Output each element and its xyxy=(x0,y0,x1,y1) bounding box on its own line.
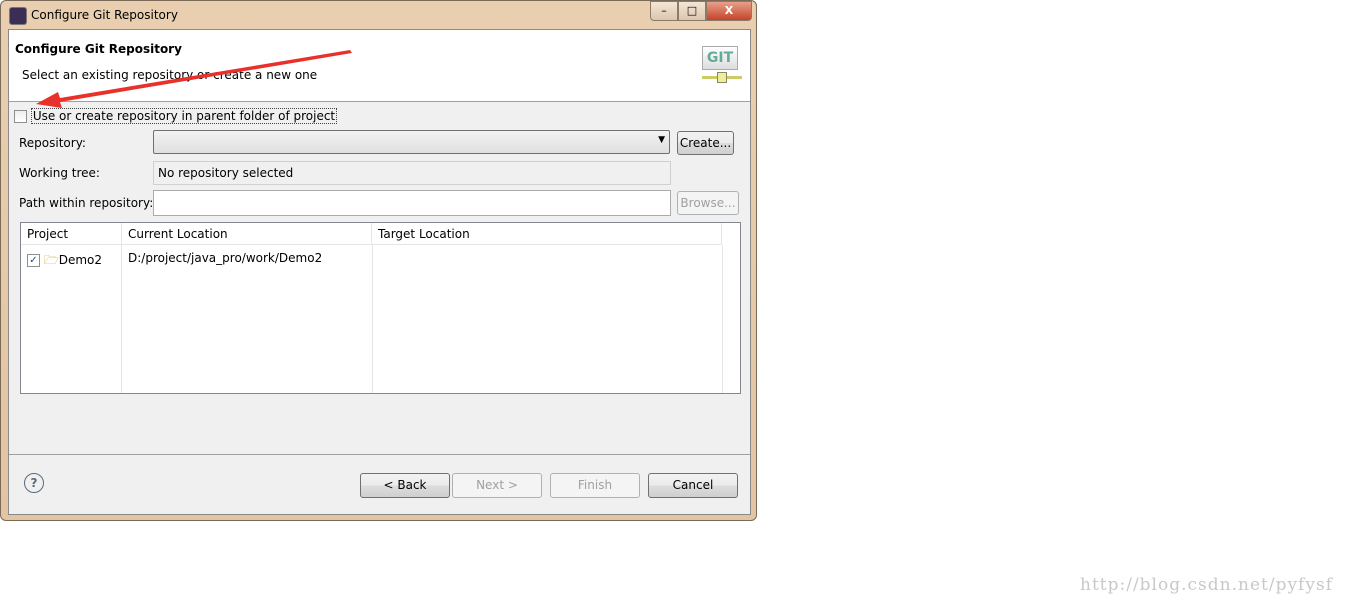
create-button[interactable]: Create... xyxy=(677,131,734,155)
working-tree-label: Working tree: xyxy=(19,166,100,180)
working-tree-field: No repository selected xyxy=(153,161,671,185)
project-checkbox[interactable]: ✓ xyxy=(27,254,40,267)
current-location: D:/project/java_pro/work/Demo2 xyxy=(128,251,323,265)
folder-icon: 🗁 xyxy=(43,253,59,267)
help-icon[interactable]: ? xyxy=(24,473,44,493)
projects-table: Project Current Location Target Location… xyxy=(20,222,741,394)
column-header-current-location[interactable]: Current Location xyxy=(122,223,372,245)
column-header-project[interactable]: Project xyxy=(21,223,122,245)
column-header-target-location[interactable]: Target Location xyxy=(372,223,722,245)
repository-label: Repository: xyxy=(19,136,86,150)
browse-button[interactable]: Browse... xyxy=(677,191,739,215)
next-button[interactable]: Next > xyxy=(452,473,542,498)
project-name: Demo2 xyxy=(58,253,103,267)
cancel-button[interactable]: Cancel xyxy=(648,473,738,498)
table-row[interactable]: ✓ 🗁Demo2 xyxy=(27,251,102,272)
repository-dropdown[interactable]: ▼ xyxy=(153,130,670,154)
path-label: Path within repository: xyxy=(19,196,154,210)
red-arrow-annotation xyxy=(36,50,352,108)
finish-button[interactable]: Finish xyxy=(550,473,640,498)
path-input[interactable] xyxy=(153,190,671,216)
watermark: http://blog.csdn.net/pyfysf xyxy=(1080,575,1333,595)
dropdown-arrow-icon: ▼ xyxy=(658,135,665,145)
back-button[interactable]: < Back xyxy=(360,473,450,498)
